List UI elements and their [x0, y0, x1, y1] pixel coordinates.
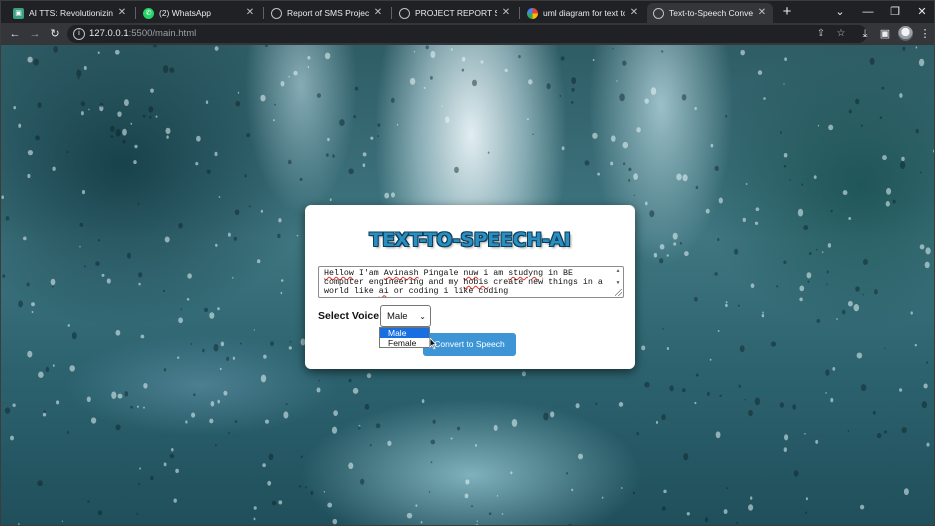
tab-project-report[interactable]: PROJECT REPORT SAMPLE ✕	[393, 3, 517, 23]
voice-dropdown-list: Male Female	[379, 327, 430, 348]
globe-icon	[653, 7, 664, 19]
new-tab-plus-icon[interactable]: +	[779, 4, 795, 20]
reload-icon[interactable]: ↻	[47, 26, 63, 42]
voice-label: Select Voice:	[318, 310, 383, 322]
menu-kebab-icon[interactable]: ⋮	[917, 26, 933, 42]
address-bar[interactable]: i 127.0.0.1:5500/main.html ⇪ ☆	[67, 25, 867, 43]
tab-text-to-speech[interactable]: Text-to-Speech Converter ✕	[647, 3, 773, 23]
scroll-down-arrow-icon[interactable]: ▼	[614, 280, 622, 287]
misspelled-word: Hellow	[324, 269, 354, 278]
tab-label: (2) WhatsApp	[159, 8, 211, 18]
site-info-icon[interactable]: i	[73, 28, 85, 40]
text-run: Pingale	[418, 269, 464, 278]
close-icon[interactable]: ✕	[629, 8, 639, 18]
tab-uml-search[interactable]: uml diagram for text to sp ✕	[521, 3, 645, 23]
misspelled-word: Avinash	[383, 269, 419, 278]
misspelled-word: ai	[378, 287, 389, 297]
tab-label: uml diagram for text to sp	[543, 8, 625, 18]
browser-window: ▣ AI TTS: Revolutionizing Dig ✕ ✆ (2) Wh…	[0, 0, 935, 526]
tab-sms-report[interactable]: Report of SMS Project.pdf ✕	[265, 3, 389, 23]
bookmark-star-icon[interactable]: ☆	[835, 28, 847, 40]
close-icon[interactable]: ✕	[501, 8, 511, 18]
page-title: TEXT-TO-SPEECH-AI	[369, 229, 571, 251]
chevron-down-icon: ⌄	[419, 312, 426, 321]
close-icon[interactable]: ✕	[117, 8, 127, 18]
profile-avatar[interactable]	[898, 26, 913, 41]
misspelled-word: nuw	[463, 269, 479, 278]
minimize-icon[interactable]: —	[853, 3, 883, 21]
close-icon[interactable]: ✕	[757, 8, 767, 18]
text-run: I'am	[353, 269, 384, 278]
tab-label: Report of SMS Project.pdf	[287, 8, 369, 18]
resize-handle-icon[interactable]	[615, 289, 622, 296]
restore-icon[interactable]: ❐	[880, 3, 910, 21]
tab-separator	[391, 7, 392, 19]
forward-arrow-icon[interactable]: →	[27, 26, 43, 42]
text-input-content: Hellow I'am Avinash Pingale nuw i am stu…	[324, 269, 603, 296]
globe-icon	[399, 7, 410, 19]
misspelled-word: studyng	[508, 269, 544, 278]
mouse-pointer-icon	[429, 338, 437, 350]
voice-select[interactable]: Male ⌄	[380, 305, 431, 327]
close-window-icon[interactable]: ✕	[907, 3, 934, 21]
voice-option-female[interactable]: Female	[380, 338, 429, 348]
close-icon[interactable]: ✕	[373, 8, 383, 18]
tab-label: AI TTS: Revolutionizing Dig	[29, 8, 113, 18]
globe-icon	[271, 7, 282, 19]
ai-tts-favicon: ▣	[13, 7, 24, 19]
tab-strip: ▣ AI TTS: Revolutionizing Dig ✕ ✆ (2) Wh…	[1, 1, 934, 23]
scroll-up-arrow-icon[interactable]: ▲	[614, 268, 622, 275]
tab-separator	[263, 7, 264, 19]
download-icon[interactable]: ⤓	[857, 26, 873, 42]
tab-separator	[519, 7, 520, 19]
tts-card: TEXT-TO-SPEECH-AI Hellow I'am Avinash Pi…	[305, 205, 635, 369]
whatsapp-icon: ✆	[143, 7, 154, 19]
text-input-area[interactable]: Hellow I'am Avinash Pingale nuw i am stu…	[318, 266, 624, 298]
url-text: 127.0.0.1:5500/main.html	[89, 28, 197, 39]
tab-label: PROJECT REPORT SAMPLE	[415, 8, 497, 18]
close-icon[interactable]: ✕	[245, 8, 255, 18]
side-panel-icon[interactable]: ▣	[877, 26, 893, 42]
misspelled-word: hobis	[463, 278, 489, 288]
share-icon[interactable]: ⇪	[815, 28, 827, 40]
tab-ai-tts[interactable]: ▣ AI TTS: Revolutionizing Dig ✕	[7, 3, 133, 23]
tab-search-chevron-icon[interactable]: ⌄	[825, 3, 855, 21]
tab-separator	[135, 7, 136, 19]
page-viewport: TEXT-TO-SPEECH-AI Hellow I'am Avinash Pi…	[1, 45, 934, 525]
google-icon	[527, 7, 538, 19]
text-run: i am	[478, 269, 509, 278]
tab-label: Text-to-Speech Converter	[669, 8, 753, 18]
text-run: or coding i like coding	[388, 287, 509, 297]
back-arrow-icon[interactable]: ←	[7, 26, 23, 42]
tab-whatsapp[interactable]: ✆ (2) WhatsApp ✕	[137, 3, 261, 23]
voice-option-male[interactable]: Male	[380, 328, 429, 338]
voice-select-value: Male	[387, 311, 408, 322]
browser-toolbar: ← → ↻ i 127.0.0.1:5500/main.html ⇪ ☆ ⤓ ▣…	[1, 23, 934, 45]
